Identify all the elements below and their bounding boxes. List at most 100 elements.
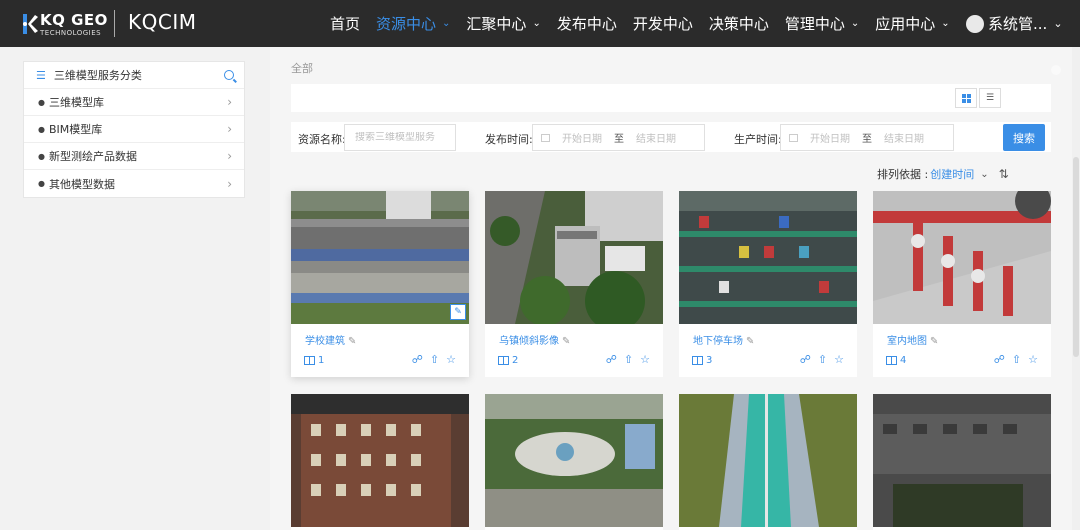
card-meta: 2 (498, 355, 518, 366)
grid-view-button[interactable] (955, 88, 977, 108)
produce-date-range[interactable]: 开始日期 至 结束日期 (780, 124, 954, 151)
card-title-row[interactable]: 地下停车场 ✎ (693, 332, 754, 347)
edit-icon[interactable]: ✎ (930, 336, 938, 347)
unlock-icon[interactable]: ☍ (606, 353, 617, 366)
sidebar-item-other-models[interactable]: ● 其他模型数据 › (24, 170, 244, 197)
star-icon[interactable]: ☆ (834, 353, 844, 366)
sidebar-item-survey-products[interactable]: ● 新型测绘产品数据 › (24, 143, 244, 170)
card-title[interactable]: 学校建筑 (305, 336, 345, 347)
card-thumbnail[interactable] (873, 191, 1051, 324)
card-title[interactable]: 乌镇倾斜影像 (499, 336, 559, 347)
unlock-icon[interactable]: ☍ (994, 353, 1005, 366)
sort-order-icon[interactable]: ⇅ (999, 167, 1009, 181)
nav-management-center[interactable]: 管理中心 ⌄ (785, 13, 859, 34)
resource-card[interactable] (485, 394, 663, 530)
logo-sub-text: TECHNOLOGIES (40, 29, 102, 37)
list-view-button[interactable]: ☰ (979, 88, 1001, 108)
nav-app-center-label: 应用中心 (875, 15, 936, 33)
nav-resource-center[interactable]: 资源中心 ⌄ (376, 13, 450, 34)
sort-bar: 排列依据 : 创建时间 ⌄ ⇅ (877, 166, 1009, 182)
scrollbar-thumb[interactable] (1073, 157, 1079, 357)
search-icon[interactable] (224, 70, 234, 80)
resource-card[interactable]: ✎ 学校建筑 ✎ 1 ☍ ⇧ ☆ (291, 191, 469, 377)
card-actions: ☍ ⇧ ☆ (405, 353, 456, 366)
card-actions: ☍ ⇧ ☆ (793, 353, 844, 366)
nav-publish-center[interactable]: 发布中心 (557, 13, 617, 34)
chevron-down-icon: ⌄ (941, 18, 950, 29)
top-navigation-bar: KQ GEO TECHNOLOGIES KQCIM 首页 资源中心 ⌄ 汇聚中心 ⌄… (0, 0, 1080, 47)
edit-icon[interactable]: ✎ (450, 304, 466, 320)
card-count: 1 (318, 355, 325, 366)
star-icon[interactable]: ☆ (1028, 353, 1038, 366)
card-thumbnail[interactable] (291, 191, 469, 324)
sort-field-select[interactable]: 创建时间 (930, 166, 974, 182)
nav-decision-center[interactable]: 决策中心 (709, 13, 769, 34)
logo-brand-text: KQ GEO (40, 11, 108, 29)
star-icon[interactable]: ☆ (640, 353, 650, 366)
produce-end-date[interactable]: 结束日期 (884, 130, 924, 145)
sidebar-item-bim-library[interactable]: ● BIM模型库 › (24, 116, 244, 143)
nav-dev-center[interactable]: 开发中心 (633, 13, 693, 34)
resource-card[interactable]: 地下停车场 ✎ 3 ☍ ⇧ ☆ (679, 191, 857, 377)
chevron-down-icon: ⌄ (532, 18, 541, 29)
card-thumbnail[interactable] (485, 394, 663, 527)
card-thumbnail[interactable] (679, 394, 857, 527)
edit-icon[interactable]: ✎ (562, 336, 570, 347)
star-icon[interactable]: ☆ (446, 353, 456, 366)
sidebar-item-3d-model-library[interactable]: ● 三维模型库 › (24, 89, 244, 116)
nav-app-center[interactable]: 应用中心 ⌄ (875, 13, 949, 34)
card-title-row[interactable]: 学校建筑 ✎ (305, 332, 356, 347)
resource-name-input[interactable] (355, 132, 455, 143)
card-actions: ☍ ⇧ ☆ (599, 353, 650, 366)
chevron-down-icon[interactable]: ⌄ (980, 169, 988, 180)
nav-resource-center-label: 资源中心 (376, 15, 437, 33)
breadcrumb[interactable]: 全部 (291, 60, 313, 76)
nav-home[interactable]: 首页 (330, 13, 360, 34)
resource-name-field[interactable] (344, 124, 456, 151)
edit-icon[interactable]: ✎ (348, 336, 356, 347)
resource-card[interactable]: 室内地图 ✎ 4 ☍ ⇧ ☆ (873, 191, 1051, 377)
range-separator: 至 (862, 134, 872, 145)
upload-icon[interactable]: ⇧ (624, 353, 633, 366)
resource-card[interactable] (291, 394, 469, 530)
globe-icon: ● (38, 97, 45, 107)
card-thumbnail[interactable] (679, 191, 857, 324)
user-name: 系统管... (988, 15, 1048, 33)
book-icon (498, 356, 509, 365)
page-scrollbar[interactable] (1072, 47, 1080, 530)
card-title-row[interactable]: 室内地图 ✎ (887, 332, 938, 347)
sidebar-item-label: BIM模型库 (48, 123, 103, 136)
nav-publish-center-label: 发布中心 (556, 15, 617, 33)
resource-card[interactable] (679, 394, 857, 530)
card-thumbnail[interactable] (873, 394, 1051, 527)
upload-icon[interactable]: ⇧ (818, 353, 827, 366)
upload-icon[interactable]: ⇧ (1012, 353, 1021, 366)
publish-end-date[interactable]: 结束日期 (636, 130, 676, 145)
logo[interactable]: KQ GEO TECHNOLOGIES (20, 10, 107, 38)
edit-icon[interactable]: ✎ (746, 336, 754, 347)
sidebar-title: 三维模型服务分类 (53, 69, 142, 82)
nav-home-label: 首页 (330, 15, 361, 33)
card-title[interactable]: 地下停车场 (693, 336, 743, 347)
produce-start-date[interactable]: 开始日期 (810, 130, 850, 145)
upload-icon[interactable]: ⇧ (430, 353, 439, 366)
resource-card[interactable]: 乌镇倾斜影像 ✎ 2 ☍ ⇧ ☆ (485, 191, 663, 377)
nav-aggregation-center[interactable]: 汇聚中心 ⌄ (466, 13, 540, 34)
globe-icon: ● (38, 151, 45, 161)
publish-date-range[interactable]: 开始日期 至 结束日期 (532, 124, 705, 151)
search-button[interactable]: 搜索 (1003, 124, 1045, 151)
publish-start-date[interactable]: 开始日期 (562, 130, 602, 145)
unlock-icon[interactable]: ☍ (800, 353, 811, 366)
list-icon: ☰ (36, 68, 46, 82)
resource-card[interactable] (873, 394, 1051, 530)
card-title-row[interactable]: 乌镇倾斜影像 ✎ (499, 332, 570, 347)
card-thumbnail[interactable] (485, 191, 663, 324)
sidebar-header: ☰ 三维模型服务分类 (24, 62, 244, 89)
user-menu[interactable]: 系统管... ⌄ (966, 13, 1063, 34)
corner-dot (1051, 65, 1061, 75)
chevron-down-icon: ⌄ (442, 18, 451, 29)
card-actions: ☍ ⇧ ☆ (987, 353, 1038, 366)
card-thumbnail[interactable] (291, 394, 469, 527)
unlock-icon[interactable]: ☍ (412, 353, 423, 366)
card-title[interactable]: 室内地图 (887, 336, 927, 347)
